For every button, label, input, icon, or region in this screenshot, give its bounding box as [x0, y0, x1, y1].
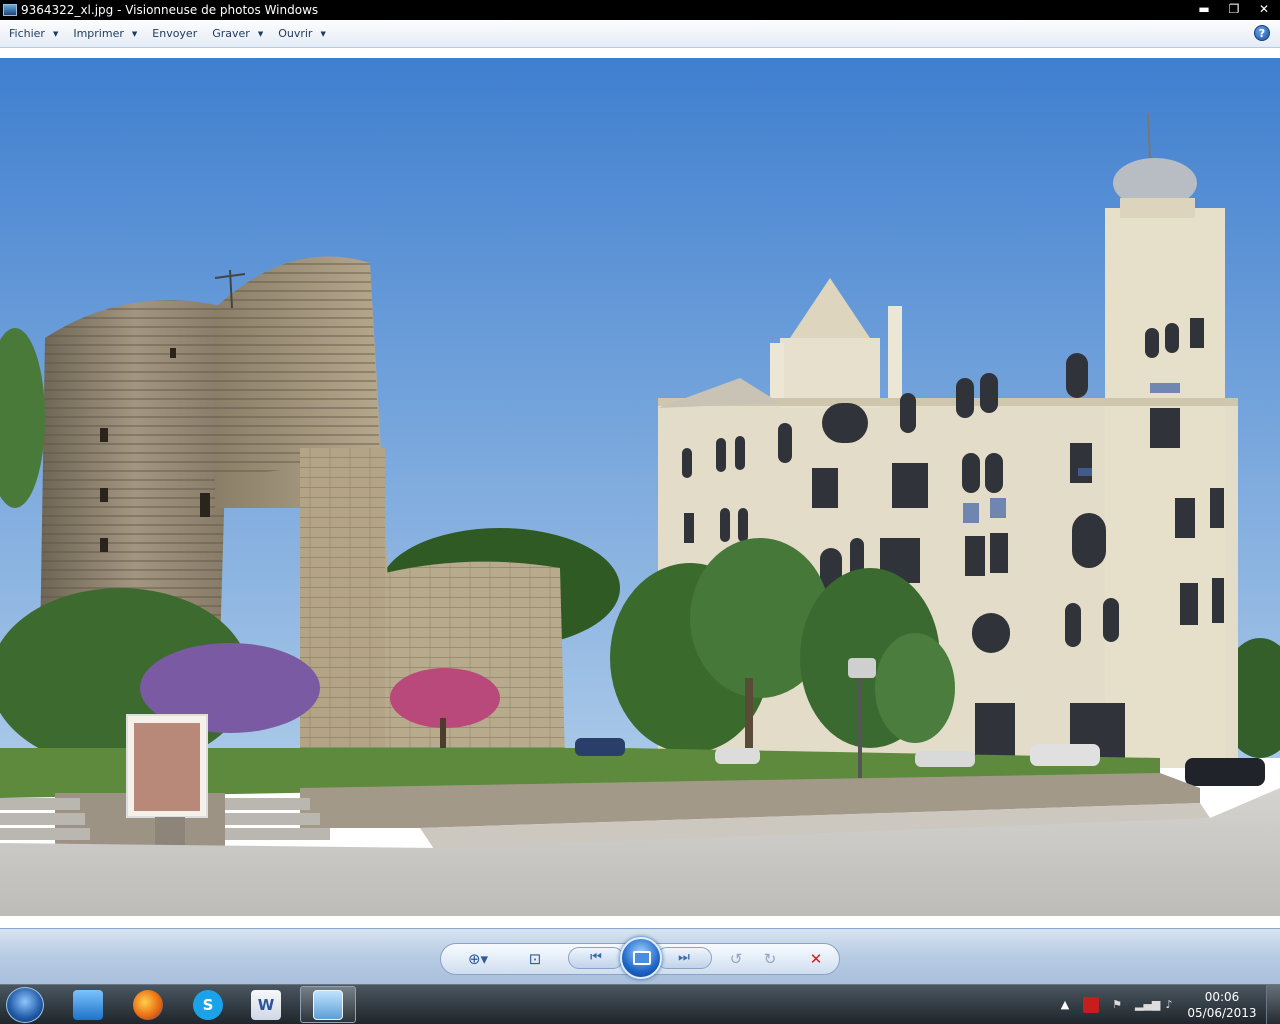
delete-icon[interactable]: ✕: [804, 949, 828, 969]
firefox-icon: [133, 989, 163, 1020]
slideshow-button[interactable]: [620, 937, 662, 979]
show-hidden-icons-icon[interactable]: ▲: [1057, 997, 1073, 1013]
window-controls: ▬ ❐ ✕: [1194, 0, 1274, 18]
word-icon: W: [251, 989, 281, 1020]
taskbar: S W ▲ ⚑ ▂▄▆ ♪ 00:06 05/06/2013: [0, 984, 1280, 1024]
photo-illustration: [0, 58, 1280, 916]
windows-explorer-icon: [73, 989, 103, 1020]
zoom-icon[interactable]: ⊕▾: [466, 949, 490, 969]
viewer-control-bar: ⊕▾ ⊡ ⏮ ⏭ ↺ ↻ ✕: [0, 928, 1280, 984]
menu-ouvrir-label: Ouvrir: [278, 27, 313, 40]
taskbar-skype[interactable]: S: [180, 986, 236, 1023]
help-button[interactable]: ?: [1254, 25, 1270, 41]
window-title: 9364322_xl.jpg - Visionneuse de photos W…: [21, 3, 319, 17]
menu-fichier-label: Fichier: [9, 27, 45, 40]
maximize-button[interactable]: ❐: [1224, 1, 1244, 17]
menu-imprimer[interactable]: Imprimer ▼: [67, 23, 143, 45]
chevron-down-icon: ▼: [320, 29, 326, 38]
chevron-down-icon: ▼: [131, 29, 138, 38]
rotate-right-icon[interactable]: ↻: [758, 949, 782, 969]
menu-ouvrir[interactable]: Ouvrir ▼: [272, 23, 332, 45]
show-desktop-button[interactable]: [1266, 985, 1280, 1024]
displayed-photo[interactable]: [0, 58, 1280, 963]
skype-icon: S: [193, 989, 223, 1020]
system-tray: ▲ ⚑ ▂▄▆ ♪ 00:06 05/06/2013: [1052, 985, 1280, 1024]
image-viewer-area: [0, 48, 1280, 928]
menu-envoyer-label: Envoyer: [152, 27, 198, 40]
chevron-down-icon: ▼: [52, 29, 59, 38]
menu-fichier[interactable]: Fichier ▼: [3, 23, 64, 45]
photo-viewer-app-icon[interactable]: [3, 4, 17, 16]
previous-button[interactable]: ⏮: [568, 947, 624, 969]
start-button[interactable]: [6, 987, 44, 1023]
taskbar-firefox[interactable]: [120, 986, 176, 1023]
action-center-flag-icon[interactable]: ⚑: [1109, 997, 1125, 1013]
clock[interactable]: 00:06 05/06/2013: [1182, 989, 1262, 1021]
chevron-down-icon: ▼: [257, 29, 264, 38]
next-button[interactable]: ⏭: [656, 947, 712, 969]
menu-graver[interactable]: Graver ▼: [206, 23, 269, 45]
menu-envoyer[interactable]: Envoyer: [146, 23, 203, 45]
title-bar: 9364322_xl.jpg - Visionneuse de photos W…: [0, 0, 1280, 20]
close-button[interactable]: ✕: [1254, 1, 1274, 17]
antivirus-icon[interactable]: [1083, 997, 1099, 1013]
clock-date: 05/06/2013: [1187, 1006, 1257, 1020]
minimize-button[interactable]: ▬: [1194, 1, 1214, 17]
taskbar-explorer[interactable]: [60, 986, 116, 1023]
clock-time: 00:06: [1204, 990, 1240, 1004]
menu-bar: Fichier ▼ Imprimer ▼ Envoyer Graver ▼ Ou…: [0, 20, 1280, 48]
volume-icon[interactable]: ♪: [1161, 997, 1177, 1013]
taskbar-photo-viewer[interactable]: [300, 986, 356, 1023]
photo-viewer-icon: [313, 989, 343, 1020]
slideshow-icon: [633, 951, 651, 965]
rotate-left-icon[interactable]: ↺: [724, 949, 748, 969]
fit-to-window-icon[interactable]: ⊡: [523, 949, 547, 969]
menu-imprimer-label: Imprimer: [73, 27, 124, 40]
menu-graver-label: Graver: [212, 27, 250, 40]
network-signal-icon[interactable]: ▂▄▆: [1135, 997, 1160, 1013]
taskbar-word[interactable]: W: [238, 986, 294, 1023]
